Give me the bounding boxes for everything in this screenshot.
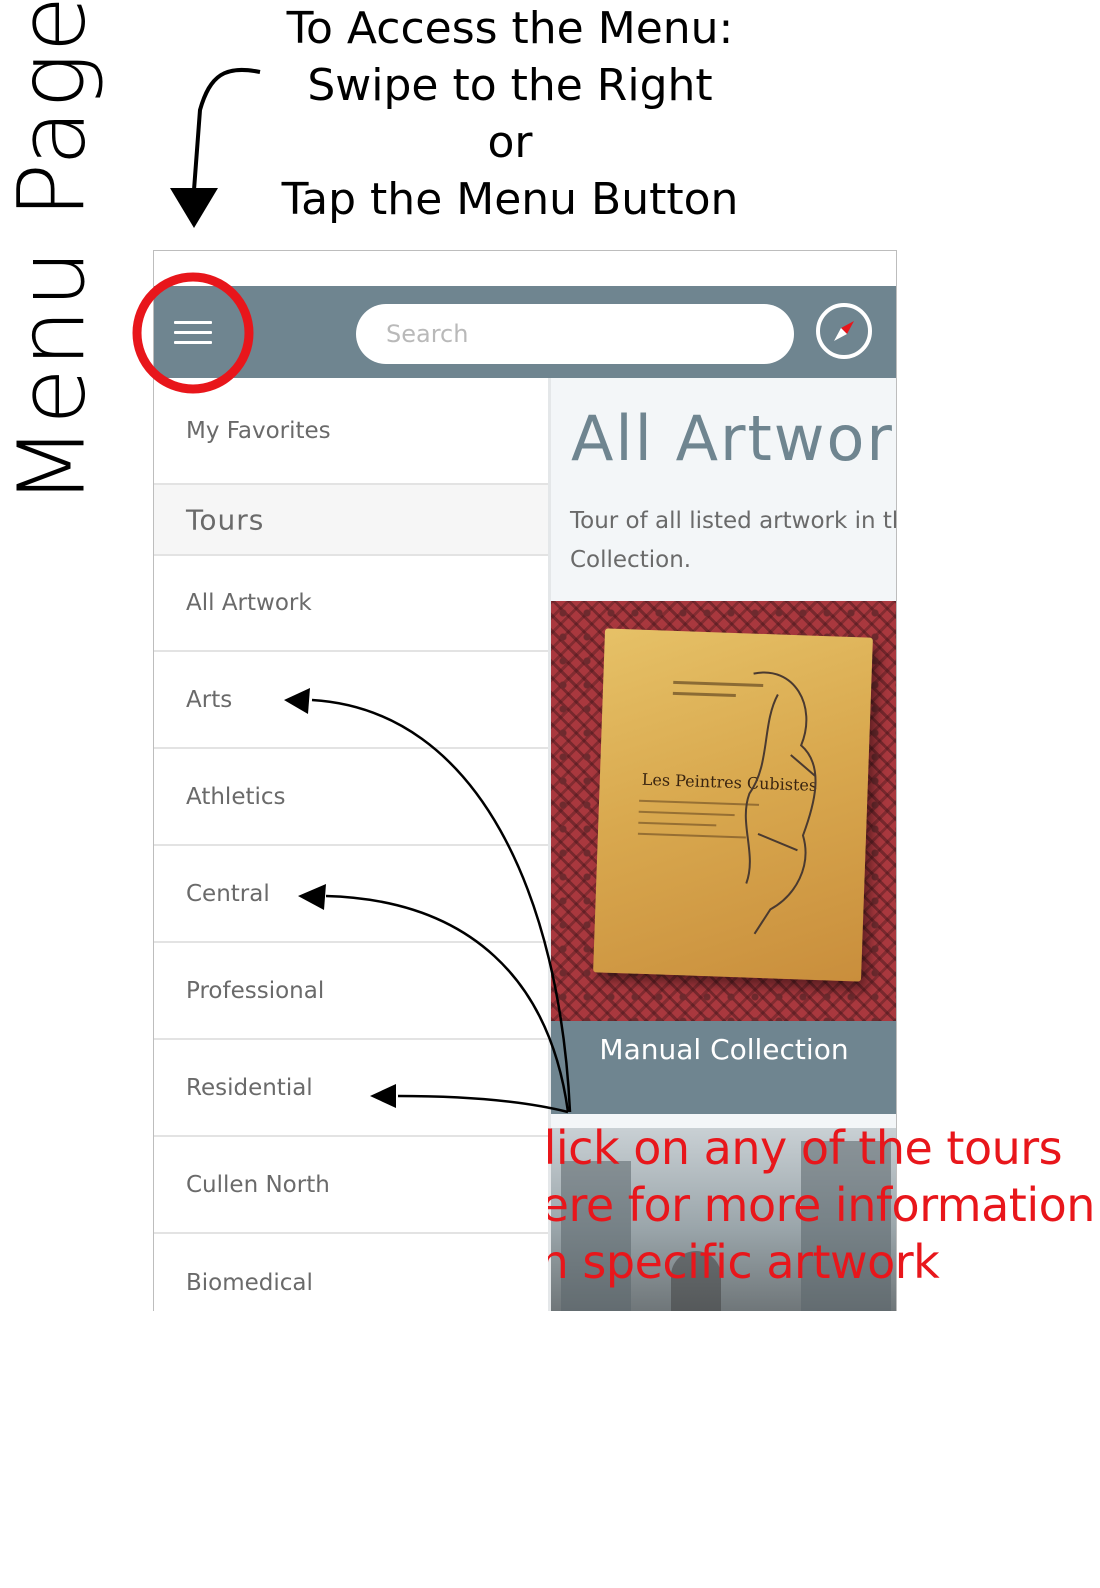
page-label: Menu Page [0, 0, 106, 506]
menu-item-residential[interactable]: Residential [154, 1041, 548, 1137]
instruction-line: or [487, 117, 533, 168]
menu-item-cullen-north[interactable]: Cullen North [154, 1138, 548, 1234]
menu-item-label: Athletics [186, 784, 286, 810]
instruction-line: Swipe to the Right [307, 60, 713, 111]
card-caption-label: Manual Collection [599, 1033, 849, 1066]
menu-item-label: All Artwork [186, 590, 312, 616]
note-line: here for more information [512, 1178, 1095, 1232]
search-input[interactable] [356, 304, 794, 364]
menu-item-professional[interactable]: Professional [154, 944, 548, 1040]
menu-item-label: Biomedical [186, 1270, 313, 1296]
menu-item-all-artwork[interactable]: All Artwork [154, 556, 548, 652]
sketch-figure-icon [744, 671, 817, 935]
tours-section-header: Tours [154, 483, 548, 556]
tour-title: All Artwork [571, 402, 896, 475]
menu-item-label: Arts [186, 687, 233, 713]
menu-item-label: Professional [186, 978, 325, 1004]
tour-help-annotation: Click on any of the tours here for more … [512, 1120, 1097, 1291]
instructions-annotation: To Access the Menu: Swipe to the Right o… [250, 0, 770, 228]
menu-item-my-favorites[interactable]: My Favorites [154, 378, 548, 483]
menu-item-label: Central [186, 881, 270, 907]
menu-item-central[interactable]: Central [154, 847, 548, 943]
menu-item-athletics[interactable]: Athletics [154, 750, 548, 846]
menu-item-arts[interactable]: Arts [154, 653, 548, 749]
note-line: Click on any of the tours [512, 1121, 1063, 1175]
tour-description: Tour of all listed artwork in the Collec… [570, 508, 896, 573]
hamburger-menu-icon[interactable] [172, 312, 214, 352]
artwork-card-caption[interactable]: Manual Collection [551, 1021, 896, 1114]
side-menu: My Favorites Tours All Artwork Arts Athl… [154, 378, 548, 1311]
section-header-label: Tours [186, 503, 265, 536]
menu-item-label: My Favorites [186, 417, 331, 444]
menu-item-biomedical[interactable]: Biomedical [154, 1235, 548, 1311]
menu-item-label: Cullen North [186, 1172, 330, 1198]
note-line: on specific artwork [512, 1235, 940, 1289]
artwork-card-image[interactable]: Les Peintres Cubistes [551, 601, 896, 1021]
book-cover-image: Les Peintres Cubistes [593, 628, 873, 982]
top-toolbar [154, 286, 896, 378]
menu-item-label: Residential [186, 1075, 313, 1101]
compass-icon[interactable] [816, 303, 872, 359]
instruction-line: To Access the Menu: [286, 3, 734, 54]
instruction-line: Tap the Menu Button [281, 174, 739, 225]
